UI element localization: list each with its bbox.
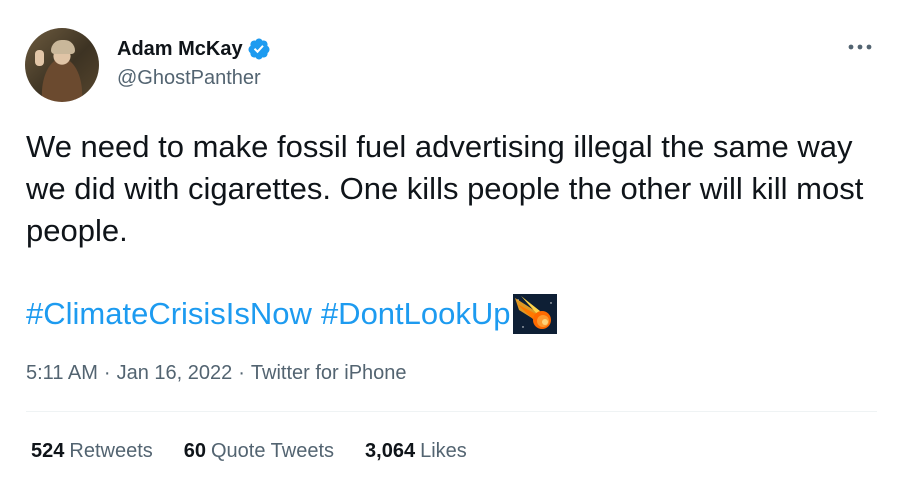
hashtag-dont-look-up[interactable]: #DontLookUp: [321, 296, 511, 332]
likes-count: 3,064: [365, 440, 416, 462]
tweet-text: We need to make fossil fuel advertising …: [26, 129, 864, 248]
likes-stat[interactable]: 3,064 Likes: [365, 440, 467, 463]
hashtag-climate-crisis[interactable]: #ClimateCrisisIsNow: [26, 296, 312, 332]
more-dots: [848, 44, 872, 50]
meta-separator: ·: [238, 362, 245, 384]
hashtag-row: #ClimateCrisisIsNow #DontLookUp: [26, 292, 557, 336]
author-name-row: Adam McKay: [117, 36, 271, 62]
meta-separator: ·: [103, 362, 111, 384]
author-handle[interactable]: @GhostPanther: [117, 67, 261, 90]
quote-tweets-count: 60: [183, 440, 206, 462]
tweet-date[interactable]: Jan 16, 2022: [117, 362, 233, 385]
divider: [26, 411, 877, 412]
tweet-stats: 524 Retweets 60 Quote Tweets 3,064 Likes: [31, 440, 498, 463]
retweets-stat[interactable]: 524 Retweets: [31, 440, 153, 463]
verified-badge-icon: [248, 38, 270, 60]
retweets-label: Retweets: [69, 440, 153, 462]
retweets-count: 524: [31, 440, 65, 462]
quote-tweets-stat[interactable]: 60 Quote Tweets: [184, 440, 334, 463]
avatar-hand: [35, 50, 44, 66]
likes-label: Likes: [420, 440, 467, 462]
more-options-icon[interactable]: [843, 36, 877, 58]
avatar-hair: [51, 40, 75, 54]
tweet-meta: 5:11 AM · Jan 16, 2022 · Twitter for iPh…: [26, 362, 407, 385]
author-name[interactable]: Adam McKay: [117, 38, 243, 61]
tweet-source[interactable]: Twitter for iPhone: [251, 362, 407, 385]
quote-tweets-label: Quote Tweets: [211, 440, 335, 462]
tweet-time[interactable]: 5:11 AM: [26, 362, 98, 385]
avatar[interactable]: [25, 28, 99, 102]
comet-icon: [512, 294, 557, 334]
tweet-card: Adam McKay @GhostPanther We need to make…: [0, 0, 900, 493]
